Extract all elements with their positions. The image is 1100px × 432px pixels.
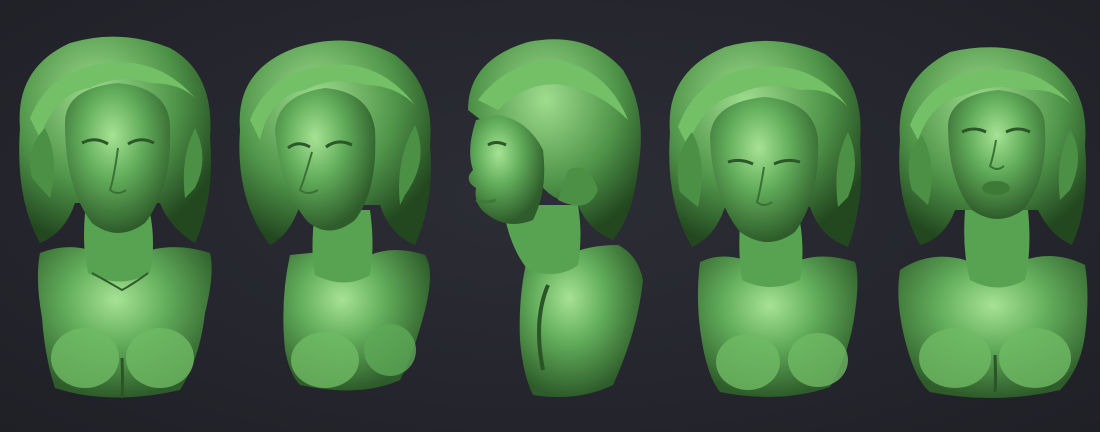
bust-looking-up-icon — [898, 47, 1088, 399]
bust-looking-down[interactable] — [660, 32, 870, 402]
bust-profile-icon — [468, 39, 643, 398]
sculpt-viewport[interactable] — [0, 0, 1100, 432]
bust-three-quarter-icon — [239, 40, 431, 391]
bust-looking-down-icon — [669, 40, 862, 397]
bust-three-quarter[interactable] — [230, 30, 440, 400]
bust-profile[interactable] — [448, 30, 648, 400]
bust-looking-up[interactable] — [890, 40, 1095, 405]
bust-front[interactable] — [10, 28, 225, 408]
bust-front-icon — [19, 36, 212, 399]
